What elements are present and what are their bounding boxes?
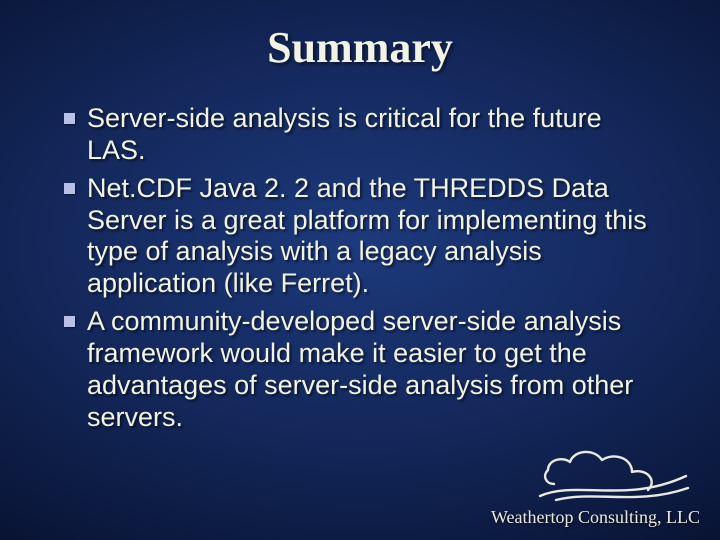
list-item: A community-developed server-side analys… xyxy=(64,306,664,433)
cloud-mountain-logo xyxy=(536,440,696,512)
list-item: Server-side analysis is critical for the… xyxy=(64,103,664,167)
bullet-text: A community-developed server-side analys… xyxy=(87,306,664,433)
bullet-text: Net.CDF Java 2. 2 and the THREDDS Data S… xyxy=(87,173,664,300)
slide: Summary Server-side analysis is critical… xyxy=(0,0,720,540)
footer-text: Weathertop Consulting, LLC xyxy=(491,507,700,528)
list-item: Net.CDF Java 2. 2 and the THREDDS Data S… xyxy=(64,173,664,300)
square-bullet-icon xyxy=(64,316,75,327)
bullet-text: Server-side analysis is critical for the… xyxy=(87,103,664,167)
slide-title: Summary xyxy=(0,0,720,73)
square-bullet-icon xyxy=(64,183,75,194)
slide-body: Server-side analysis is critical for the… xyxy=(64,103,664,434)
square-bullet-icon xyxy=(64,113,75,124)
